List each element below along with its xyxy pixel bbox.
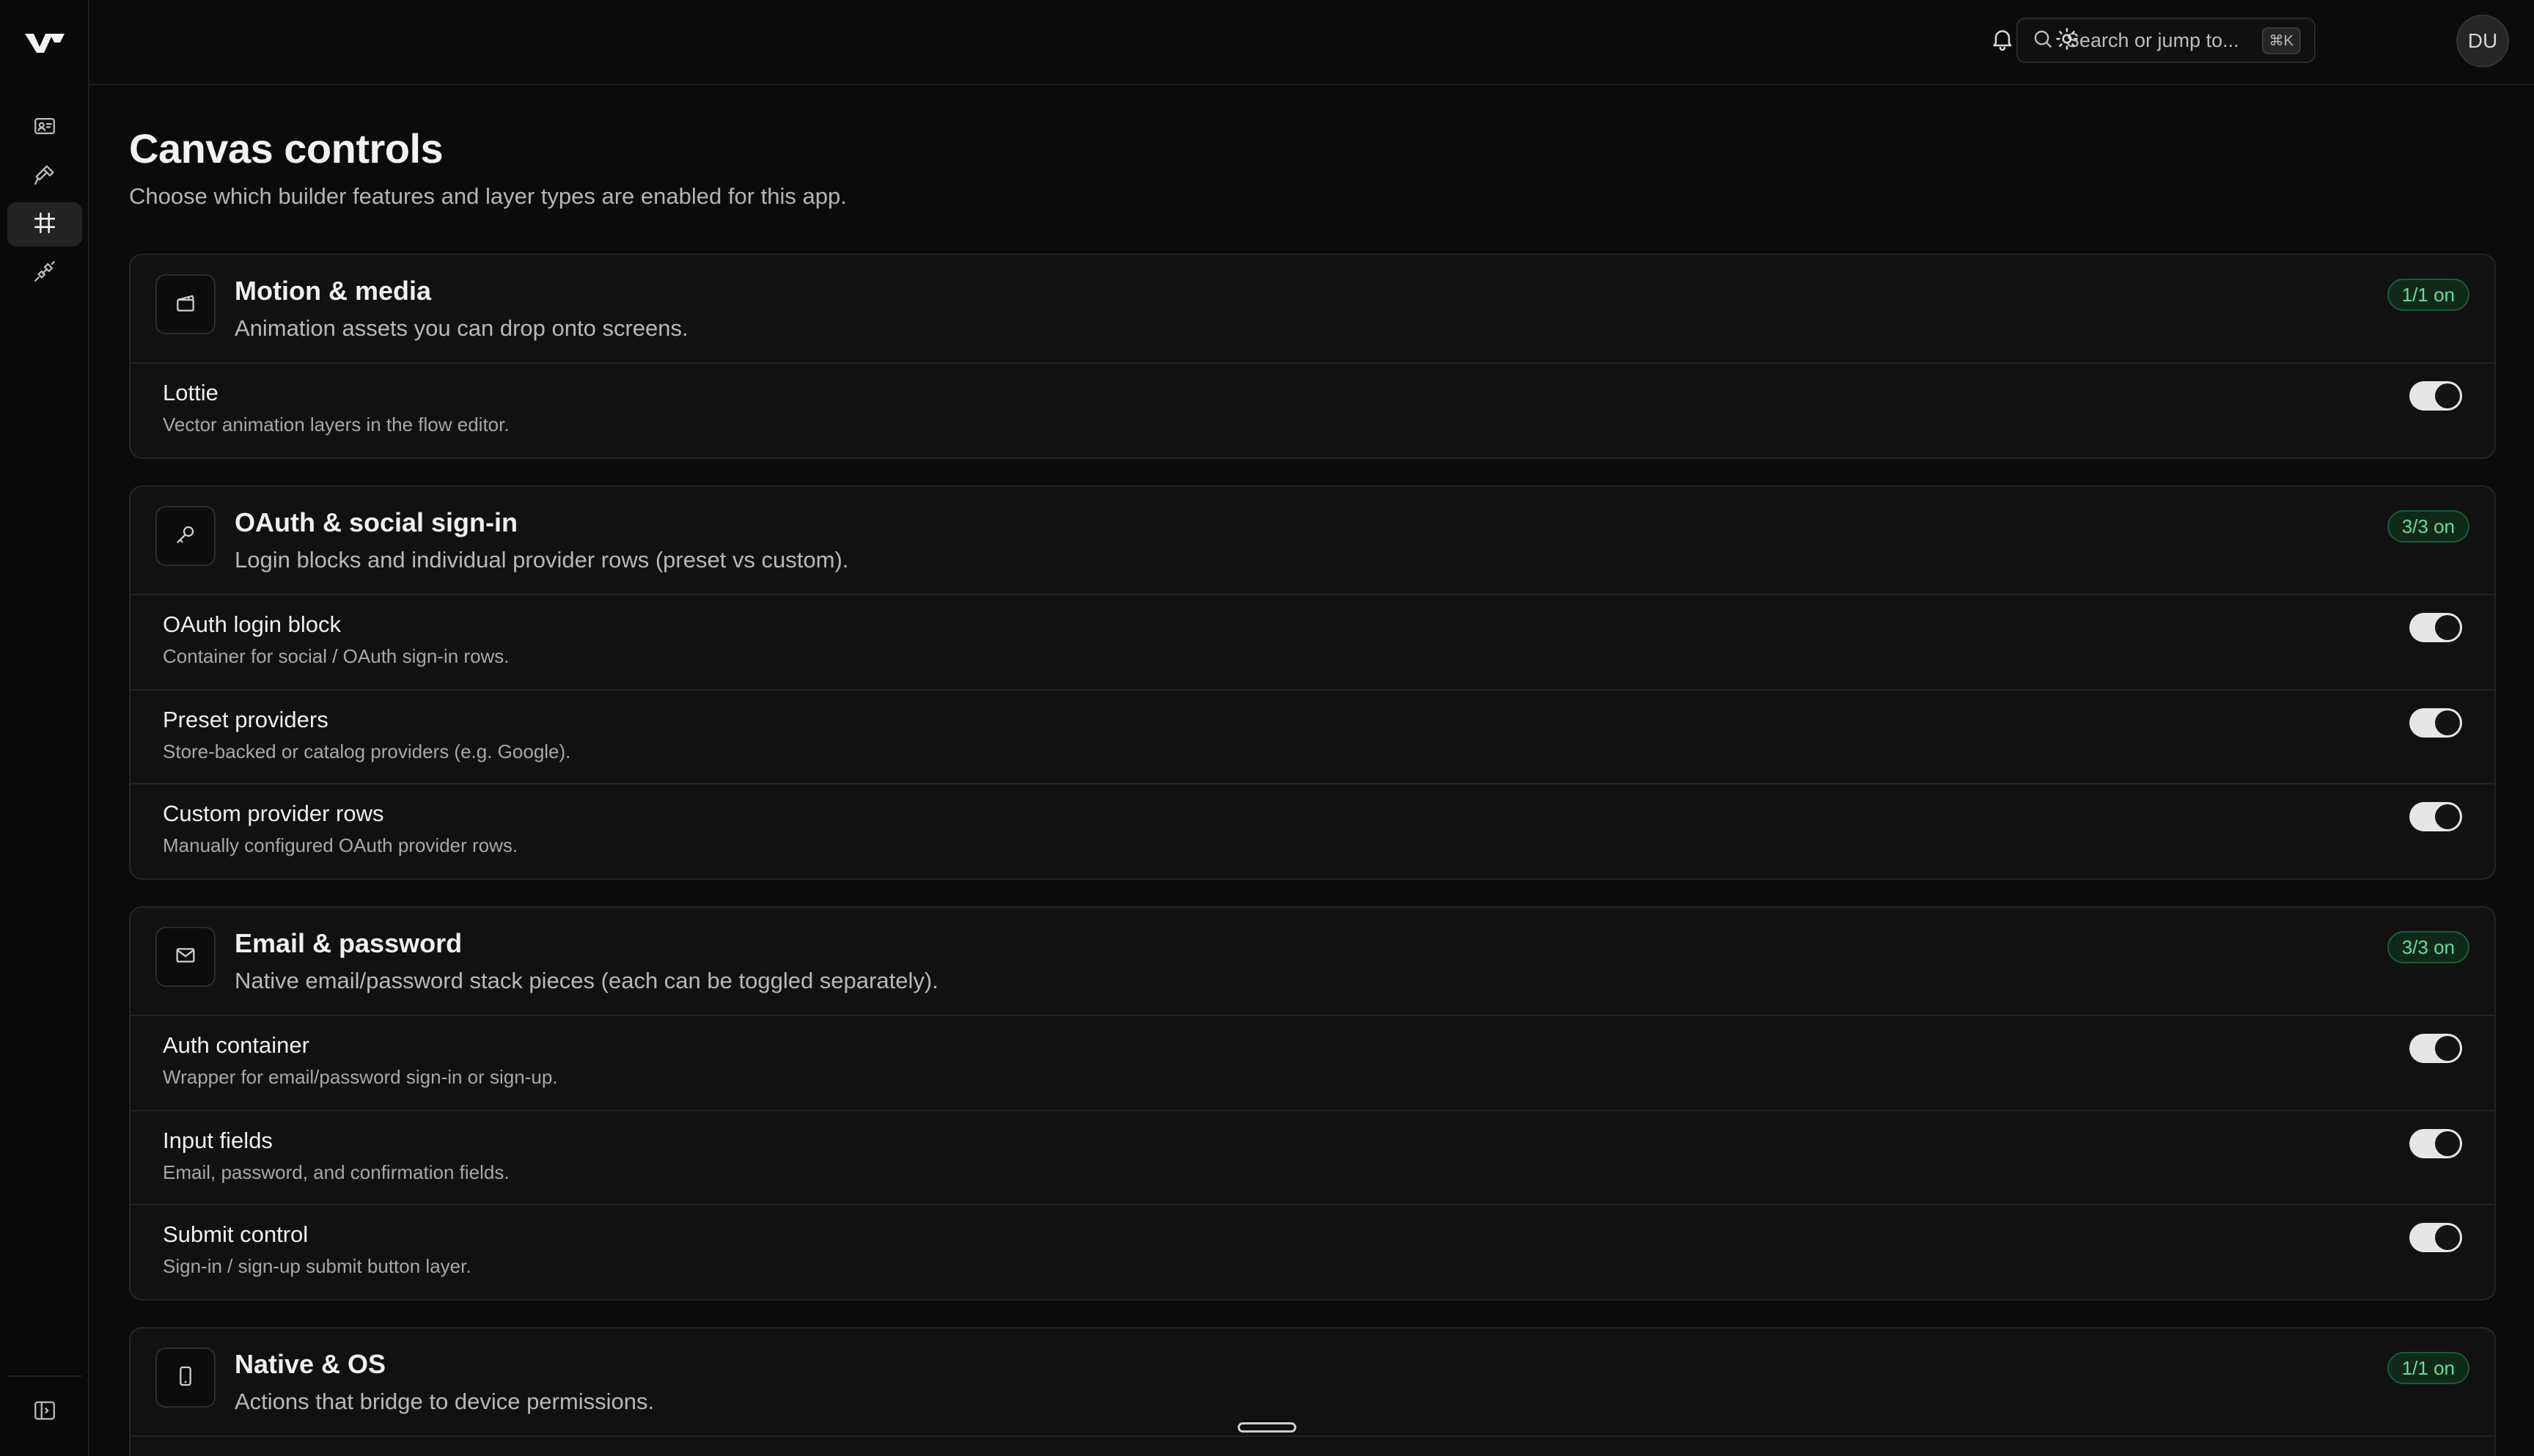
search-shortcut: ⌘K bbox=[2261, 26, 2301, 54]
setting-description: Store-backed or catalog providers (e.g. … bbox=[163, 740, 571, 762]
oauth-login-block-toggle[interactable] bbox=[2409, 613, 2462, 642]
page-subtitle: Choose which builder features and layer … bbox=[129, 183, 847, 209]
section-rows: Auth container Wrapper for email/passwor… bbox=[131, 1016, 2494, 1298]
section-rows: OAuth login block Container for social /… bbox=[131, 595, 2494, 877]
plug-icon bbox=[32, 259, 57, 287]
status-badge: 1/1 on bbox=[2387, 1352, 2469, 1384]
setting-description: Email, password, and confirmation fields… bbox=[163, 1161, 510, 1183]
setting-description: Vector animation layers in the flow edit… bbox=[163, 413, 510, 435]
section-header: Motion & media Animation assets you can … bbox=[131, 255, 2494, 364]
smartphone-icon bbox=[174, 1364, 197, 1391]
setting-row-oauth-login-block: OAuth login block Container for social /… bbox=[131, 595, 2494, 689]
sidebar-item-integrations[interactable] bbox=[7, 251, 82, 295]
setting-description: Sign-in / sign-up submit button layer. bbox=[163, 1255, 471, 1277]
id-card-icon bbox=[32, 114, 57, 142]
sidebar-item-canvas[interactable] bbox=[7, 202, 82, 246]
setting-description: Container for social / OAuth sign-in row… bbox=[163, 645, 510, 667]
avatar[interactable]: DU bbox=[2456, 15, 2509, 67]
theme-toggle-button[interactable] bbox=[2044, 18, 2090, 63]
page-title: Canvas controls bbox=[129, 125, 444, 172]
notifications-button[interactable] bbox=[1980, 18, 2025, 63]
setting-title: Lottie bbox=[163, 380, 218, 405]
lottie-toggle[interactable] bbox=[2409, 381, 2462, 411]
sidebar bbox=[0, 0, 89, 1456]
setting-title: Input fields bbox=[163, 1128, 273, 1153]
setting-row-submit-control: Submit control Sign-in / sign-up submit … bbox=[131, 1204, 2494, 1298]
setting-row-auth-container: Auth container Wrapper for email/passwor… bbox=[131, 1016, 2494, 1110]
status-badge: 3/3 on bbox=[2387, 931, 2469, 963]
sidebar-toggle-icon bbox=[32, 1398, 57, 1427]
submit-control-toggle[interactable] bbox=[2409, 1223, 2462, 1252]
setting-row-lottie: Lottie Vector animation layers in the fl… bbox=[131, 364, 2494, 457]
setting-title: Preset providers bbox=[163, 707, 328, 732]
hash-grid-icon bbox=[32, 210, 57, 239]
section-description: Native email/password stack pieces (each… bbox=[235, 968, 939, 993]
section-title: Motion & media bbox=[235, 276, 431, 306]
setting-title: Auth container bbox=[163, 1032, 309, 1058]
setting-description: Manually configured OAuth provider rows. bbox=[163, 834, 518, 856]
section-header: Email & password Native email/password s… bbox=[131, 908, 2494, 1016]
key-icon bbox=[174, 523, 197, 550]
setting-row-custom-provider-rows: Custom provider rows Manually configured… bbox=[131, 783, 2494, 877]
status-badge: 3/3 on bbox=[2387, 510, 2469, 543]
section-native-os: Native & OS Actions that bridge to devic… bbox=[129, 1327, 2496, 1456]
auth-container-toggle[interactable] bbox=[2409, 1034, 2462, 1063]
section-title: Native & OS bbox=[235, 1349, 386, 1379]
section-header: OAuth & social sign-in Login blocks and … bbox=[131, 487, 2494, 595]
input-fields-toggle[interactable] bbox=[2409, 1129, 2462, 1158]
sidebar-item-build[interactable] bbox=[7, 154, 82, 198]
section-icon-box bbox=[155, 927, 216, 987]
top-bar: Search or jump to... ⌘K DU bbox=[89, 0, 2534, 85]
setting-title: Submit control bbox=[163, 1221, 309, 1247]
mail-icon bbox=[174, 944, 197, 971]
section-description: Animation assets you can drop onto scree… bbox=[235, 315, 688, 341]
app-root: Search or jump to... ⌘K DU Canvas contro… bbox=[0, 0, 2534, 1456]
section-header: Native & OS Actions that bridge to devic… bbox=[131, 1328, 2494, 1437]
sidebar-item-profile[interactable] bbox=[7, 106, 82, 150]
section-icon-box bbox=[155, 1347, 216, 1408]
section-icon-box bbox=[155, 274, 216, 334]
section-title: OAuth & social sign-in bbox=[235, 507, 518, 537]
search-placeholder: Search or jump to... bbox=[2066, 29, 2239, 51]
custom-provider-rows-toggle[interactable] bbox=[2409, 802, 2462, 831]
sidebar-divider bbox=[7, 1375, 82, 1377]
sun-icon bbox=[2054, 26, 2080, 56]
hammer-icon bbox=[32, 162, 57, 191]
section-oauth-social: OAuth & social sign-in Login blocks and … bbox=[129, 485, 2496, 880]
section-icon-box bbox=[155, 506, 216, 566]
setting-title: Custom provider rows bbox=[163, 801, 384, 826]
section-description: Actions that bridge to device permission… bbox=[235, 1389, 655, 1414]
section-description: Login blocks and individual provider row… bbox=[235, 547, 849, 573]
preset-providers-toggle[interactable] bbox=[2409, 708, 2462, 738]
section-email-password: Email & password Native email/password s… bbox=[129, 906, 2496, 1301]
clapperboard-icon bbox=[174, 291, 197, 318]
setting-description: Wrapper for email/password sign-in or si… bbox=[163, 1066, 558, 1088]
section-motion-media: Motion & media Animation assets you can … bbox=[129, 254, 2496, 459]
setting-row-input-fields: Input fields Email, password, and confir… bbox=[131, 1110, 2494, 1204]
scroll-indicator-handle[interactable] bbox=[1238, 1422, 1296, 1433]
status-badge: 1/1 on bbox=[2387, 279, 2469, 311]
app-logo[interactable] bbox=[23, 28, 66, 57]
setting-row-preset-providers: Preset providers Store-backed or catalog… bbox=[131, 689, 2494, 783]
section-title: Email & password bbox=[235, 928, 463, 958]
setting-title: OAuth login block bbox=[163, 611, 341, 637]
bell-icon bbox=[1989, 26, 2016, 56]
sidebar-collapse-button[interactable] bbox=[7, 1390, 82, 1434]
section-rows: Lottie Vector animation layers in the fl… bbox=[131, 364, 2494, 457]
